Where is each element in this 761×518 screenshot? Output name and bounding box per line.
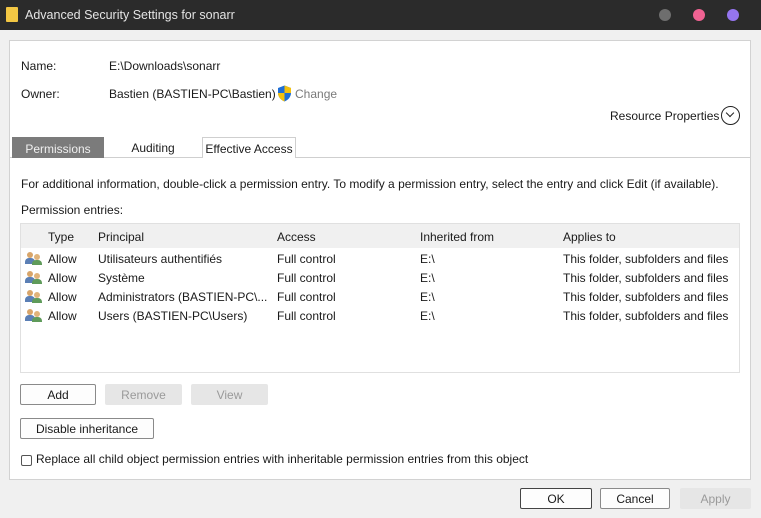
- ok-button[interactable]: OK: [520, 488, 592, 509]
- column-header-access[interactable]: Access: [277, 230, 407, 244]
- list-header: Type Principal Access Inherited from App…: [21, 224, 739, 248]
- row-inherited-from: E:\: [420, 252, 435, 266]
- row-access: Full control: [277, 252, 336, 266]
- users-group-icon: [25, 251, 43, 265]
- replace-child-permissions-label[interactable]: Replace all child object permission entr…: [36, 452, 528, 466]
- apply-button[interactable]: Apply: [680, 488, 751, 509]
- tab-effective-access[interactable]: Effective Access: [202, 137, 296, 158]
- row-applies-to: This folder, subfolders and files: [563, 309, 729, 323]
- window-title: Advanced Security Settings for sonarr: [25, 8, 235, 22]
- owner-value: Bastien (BASTIEN-PC\Bastien): [109, 87, 276, 101]
- users-group-icon: [25, 289, 43, 303]
- close-button[interactable]: [727, 9, 739, 21]
- table-row[interactable]: Allow Système Full control E:\ This fold…: [21, 268, 739, 287]
- permission-entries-label: Permission entries:: [21, 203, 124, 217]
- row-inherited-from: E:\: [420, 309, 435, 323]
- column-header-principal[interactable]: Principal: [98, 230, 268, 244]
- name-label: Name:: [21, 59, 57, 73]
- row-applies-to: This folder, subfolders and files: [563, 290, 729, 304]
- tab-permissions[interactable]: Permissions: [12, 137, 104, 158]
- folder-icon: [6, 7, 18, 22]
- view-button[interactable]: View: [191, 384, 268, 405]
- users-group-icon: [25, 270, 43, 284]
- row-principal: Users (BASTIEN-PC\Users): [98, 309, 248, 323]
- table-row[interactable]: Allow Utilisateurs authentifiés Full con…: [21, 249, 739, 268]
- row-type: Allow: [48, 252, 77, 266]
- permission-entries-list[interactable]: Type Principal Access Inherited from App…: [20, 223, 740, 373]
- owner-label: Owner:: [21, 87, 60, 101]
- row-inherited-from: E:\: [420, 290, 435, 304]
- row-access: Full control: [277, 309, 336, 323]
- main-panel: Name: E:\Downloads\sonarr Owner: Bastien…: [9, 40, 751, 480]
- table-row[interactable]: Allow Users (BASTIEN-PC\Users) Full cont…: [21, 306, 739, 325]
- row-type: Allow: [48, 290, 77, 304]
- resource-properties-label[interactable]: Resource Properties: [610, 109, 719, 123]
- row-inherited-from: E:\: [420, 271, 435, 285]
- maximize-button[interactable]: [693, 9, 705, 21]
- cancel-button[interactable]: Cancel: [600, 488, 670, 509]
- add-button[interactable]: Add: [20, 384, 96, 405]
- row-access: Full control: [277, 290, 336, 304]
- replace-child-permissions-checkbox[interactable]: [21, 455, 32, 466]
- column-header-applies-to[interactable]: Applies to: [563, 230, 739, 244]
- row-principal: Administrators (BASTIEN-PC\...: [98, 290, 268, 304]
- row-type: Allow: [48, 309, 77, 323]
- row-applies-to: This folder, subfolders and files: [563, 252, 729, 266]
- users-group-icon: [25, 308, 43, 322]
- uac-shield-icon: [278, 85, 291, 102]
- name-value: E:\Downloads\sonarr: [109, 59, 221, 73]
- row-principal: Utilisateurs authentifiés: [98, 252, 223, 266]
- table-row[interactable]: Allow Administrators (BASTIEN-PC\... Ful…: [21, 287, 739, 306]
- row-type: Allow: [48, 271, 77, 285]
- column-header-type[interactable]: Type: [48, 230, 93, 244]
- minimize-button[interactable]: [659, 9, 671, 21]
- row-principal: Système: [98, 271, 145, 285]
- remove-button[interactable]: Remove: [105, 384, 182, 405]
- title-bar: Advanced Security Settings for sonarr: [0, 0, 761, 30]
- disable-inheritance-button[interactable]: Disable inheritance: [20, 418, 154, 439]
- info-text: For additional information, double-click…: [21, 177, 719, 191]
- change-owner-link[interactable]: Change: [295, 87, 337, 101]
- row-applies-to: This folder, subfolders and files: [563, 271, 729, 285]
- row-access: Full control: [277, 271, 336, 285]
- column-header-inherited-from[interactable]: Inherited from: [420, 230, 550, 244]
- chevron-down-circle-icon[interactable]: [721, 106, 740, 125]
- tab-auditing[interactable]: Auditing: [107, 137, 199, 158]
